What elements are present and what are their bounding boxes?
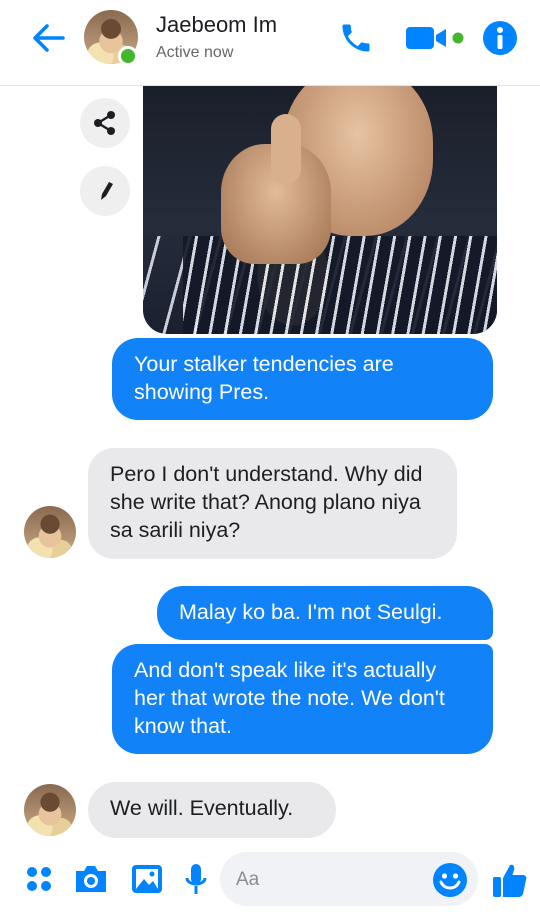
thumbs-up-icon — [493, 864, 527, 897]
message-bubble-incoming[interactable]: We will. Eventually. — [88, 782, 336, 838]
more-options-button[interactable] — [22, 862, 56, 896]
emoji-icon[interactable] — [432, 862, 468, 898]
back-button[interactable] — [28, 20, 68, 56]
message-bubble-outgoing[interactable]: And don't speak like it's actually her t… — [112, 644, 493, 754]
edit-button[interactable] — [80, 166, 130, 216]
active-status: Active now — [156, 44, 234, 61]
pencil-icon — [101, 182, 113, 200]
message-bubble-incoming[interactable]: Pero I don't understand. Why did she wri… — [88, 448, 457, 559]
camera-button[interactable] — [72, 862, 110, 896]
info-icon — [483, 21, 517, 55]
contact-avatar-small — [24, 784, 76, 836]
video-call-button[interactable] — [404, 18, 468, 58]
video-camera-icon — [406, 27, 464, 49]
message-input-container — [220, 852, 478, 906]
share-icon — [94, 111, 115, 135]
message-bubble-outgoing[interactable]: Malay ko ba. I'm not Seulgi. — [157, 586, 493, 640]
online-indicator — [118, 46, 138, 66]
shared-photo[interactable] — [143, 86, 497, 334]
voice-clip-button[interactable] — [180, 862, 212, 896]
gallery-button[interactable] — [128, 862, 166, 896]
message-bubble-outgoing[interactable]: Your stalker tendencies are showing Pres… — [112, 338, 493, 420]
like-button[interactable] — [490, 860, 530, 900]
phone-icon — [342, 24, 370, 52]
contact-name[interactable]: Jaebeom Im — [156, 12, 277, 38]
back-arrow-icon — [33, 24, 65, 52]
voice-call-button[interactable] — [334, 18, 378, 58]
camera-icon — [76, 866, 106, 892]
microphone-icon — [185, 864, 207, 894]
conversation-info-button[interactable] — [480, 18, 520, 58]
message-input[interactable] — [236, 866, 426, 894]
contact-avatar-small — [24, 506, 76, 558]
gallery-icon — [132, 865, 162, 893]
more-options-icon — [27, 867, 51, 891]
share-button[interactable] — [80, 98, 130, 148]
conversation-header: Jaebeom Im Active now — [0, 0, 540, 86]
